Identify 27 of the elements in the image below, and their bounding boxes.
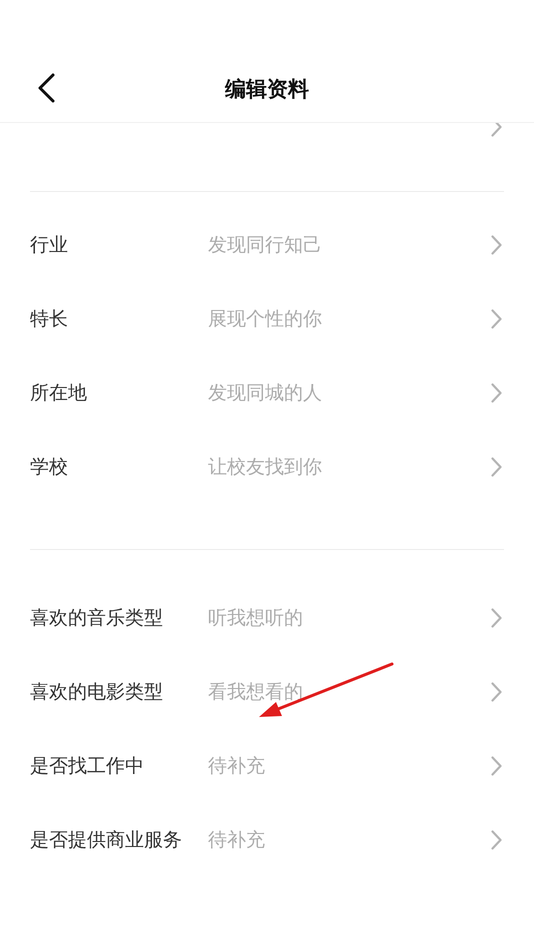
back-icon[interactable]	[37, 73, 55, 103]
field-hint[interactable]: 发现同行知己	[208, 234, 322, 256]
field-label: 是否找工作中	[30, 754, 145, 779]
field-label: 学校	[30, 455, 69, 480]
field-label: 所在地	[30, 381, 88, 406]
field-hint[interactable]: 让校友找到你	[208, 456, 322, 478]
field-hint[interactable]: 展现个性的你	[208, 308, 322, 330]
field-hint[interactable]: 待补充	[208, 829, 265, 851]
chevron-icon	[491, 383, 502, 403]
chevron-icon	[491, 756, 502, 776]
chevron-icon	[491, 608, 502, 628]
field-hint[interactable]: 听我想听的	[208, 607, 303, 629]
field-label: 喜欢的音乐类型	[30, 606, 164, 631]
field-label: 行业	[30, 233, 69, 258]
field-label: 喜欢的电影类型	[30, 680, 164, 705]
field-label: 是否提供商业服务	[30, 828, 183, 853]
field-hint[interactable]: 待补充	[208, 755, 265, 777]
chevron-icon	[491, 235, 502, 255]
field-hint[interactable]: 发现同城的人	[208, 382, 322, 404]
chevron-icon	[491, 309, 502, 329]
chevron-icon	[491, 123, 502, 137]
chevron-icon	[491, 457, 502, 477]
field-hint[interactable]: 看我想看的	[208, 681, 303, 703]
chevron-icon	[491, 830, 502, 850]
page-title: 编辑资料	[225, 76, 309, 102]
chevron-icon	[491, 682, 502, 702]
field-label: 特长	[30, 307, 69, 332]
